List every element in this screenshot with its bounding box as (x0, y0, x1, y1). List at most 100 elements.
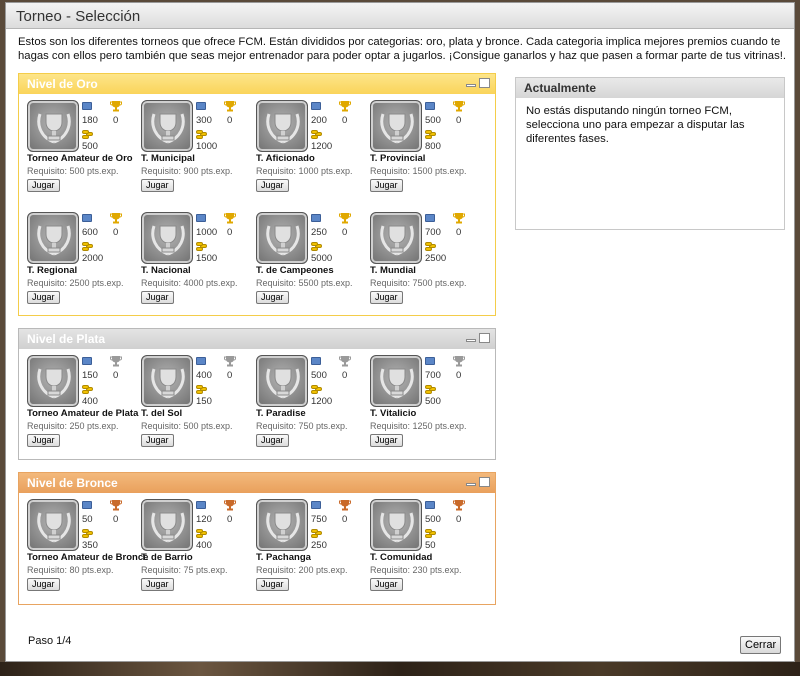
panel-window-buttons (466, 333, 490, 343)
experience-points-icon (425, 214, 435, 222)
maximize-icon[interactable] (479, 333, 490, 343)
maximize-icon[interactable] (479, 477, 490, 487)
tournament-name: T. Provincial (370, 153, 426, 164)
play-button[interactable]: Jugar (370, 578, 403, 591)
minimize-icon[interactable] (466, 483, 476, 486)
tournament-card: 1000 0 1500 T. Nacional Requisito: 4000 pts.… (141, 212, 251, 312)
tournament-trophies: 0 (342, 370, 348, 381)
tournament-name: Torneo Amateur de Plata (27, 408, 139, 419)
tournament-card: 200 0 1200 T. Aficionado Requisito: 1000 pts… (256, 100, 366, 200)
tournament-cost: 2500 (425, 253, 447, 264)
cup-icon (110, 356, 122, 367)
trophy-image-icon (370, 499, 422, 551)
tournament-card: 400 0 150 T. del Sol Requisito: 500 pts.exp.… (141, 355, 251, 455)
tournament-trophies: 0 (456, 514, 462, 525)
play-button[interactable]: Jugar (27, 291, 60, 304)
tournament-points: 500 (425, 514, 441, 525)
coins-icon (196, 527, 208, 539)
tournament-points: 120 (196, 514, 212, 525)
experience-points-icon (196, 357, 206, 365)
panel-current-title: Actualmente (524, 81, 597, 95)
tournament-name: T. Mundial (370, 265, 416, 276)
tournament-name: T. Vitalicio (370, 408, 417, 419)
play-button[interactable]: Jugar (370, 291, 403, 304)
tournament-points: 400 (196, 370, 212, 381)
tournament-requirement: Requisito: 2500 pts.exp. (27, 278, 124, 288)
tournament-name: T. de Barrio (141, 552, 193, 563)
panel-silver-title: Nivel de Plata (27, 332, 106, 346)
play-button[interactable]: Jugar (27, 179, 60, 192)
experience-points-icon (425, 102, 435, 110)
tournament-trophies: 0 (342, 115, 348, 126)
tournament-name: T. Pachanga (256, 552, 311, 563)
trophy-image-icon (27, 355, 79, 407)
tournament-points: 700 (425, 227, 441, 238)
tournament-cost: 350 (82, 540, 98, 551)
tournament-card: 700 0 2500 T. Mundial Requisito: 7500 pts.ex… (370, 212, 480, 312)
play-button[interactable]: Jugar (27, 578, 60, 591)
experience-points-icon (196, 102, 206, 110)
trophy-image-icon (370, 355, 422, 407)
tournament-trophies: 0 (113, 514, 119, 525)
maximize-icon[interactable] (479, 78, 490, 88)
tournament-name: T. Aficionado (256, 153, 315, 164)
tournament-cost: 250 (311, 540, 327, 551)
tournament-trophies: 0 (456, 370, 462, 381)
tournament-trophies: 0 (342, 514, 348, 525)
tournament-name: T. Comunidad (370, 552, 433, 563)
tournament-card: 250 0 5000 T. de Campeones Requisito: 5500 p… (256, 212, 366, 312)
cup-icon (224, 500, 236, 511)
panel-silver-header: Nivel de Plata (19, 329, 495, 349)
panel-gold-title: Nivel de Oro (27, 77, 98, 91)
play-button[interactable]: Jugar (256, 179, 289, 192)
play-button[interactable]: Jugar (27, 434, 60, 447)
trophy-image-icon (27, 499, 79, 551)
tournament-name: T. del Sol (141, 408, 183, 419)
tournament-cost: 500 (82, 141, 98, 152)
play-button[interactable]: Jugar (370, 179, 403, 192)
tournament-name: T. Regional (27, 265, 78, 276)
play-button[interactable]: Jugar (141, 291, 174, 304)
cup-icon (339, 213, 351, 224)
trophy-image-icon (256, 212, 308, 264)
tournament-requirement: Requisito: 80 pts.exp. (27, 565, 114, 575)
play-button[interactable]: Jugar (256, 578, 289, 591)
cup-icon (224, 356, 236, 367)
tournament-card: 500 0 1200 T. Paradise Requisito: 750 pts.ex… (256, 355, 366, 455)
play-button[interactable]: Jugar (370, 434, 403, 447)
cup-icon (453, 500, 465, 511)
minimize-icon[interactable] (466, 84, 476, 87)
play-button[interactable]: Jugar (141, 578, 174, 591)
close-button[interactable]: Cerrar (740, 636, 782, 654)
play-button[interactable]: Jugar (256, 291, 289, 304)
cup-icon (453, 101, 465, 112)
experience-points-icon (82, 501, 92, 509)
panel-current: Actualmente No estás disputando ningún t… (515, 77, 785, 230)
tournament-trophies: 0 (342, 227, 348, 238)
trophy-image-icon (27, 212, 79, 264)
cup-icon (453, 356, 465, 367)
tournament-cost: 400 (82, 396, 98, 407)
tournament-trophies: 0 (456, 115, 462, 126)
trophy-image-icon (256, 355, 308, 407)
coins-icon (311, 240, 323, 252)
experience-points-icon (311, 214, 321, 222)
minimize-icon[interactable] (466, 339, 476, 342)
coins-icon (82, 383, 94, 395)
panel-window-buttons (466, 78, 490, 88)
intro-text: Estos son los diferentes torneos que ofr… (18, 36, 787, 62)
play-button[interactable]: Jugar (141, 179, 174, 192)
coins-icon (425, 527, 437, 539)
coins-icon (425, 240, 437, 252)
play-button[interactable]: Jugar (141, 434, 174, 447)
tournament-points: 500 (311, 370, 327, 381)
coins-icon (196, 128, 208, 140)
experience-points-icon (196, 214, 206, 222)
trophy-image-icon (370, 100, 422, 152)
coins-icon (425, 383, 437, 395)
tournament-points: 600 (82, 227, 98, 238)
tournament-trophies: 0 (227, 370, 233, 381)
panel-silver: Nivel de Plata 150 0 400 Torneo Amateur de … (18, 328, 496, 460)
experience-points-icon (82, 214, 92, 222)
play-button[interactable]: Jugar (256, 434, 289, 447)
